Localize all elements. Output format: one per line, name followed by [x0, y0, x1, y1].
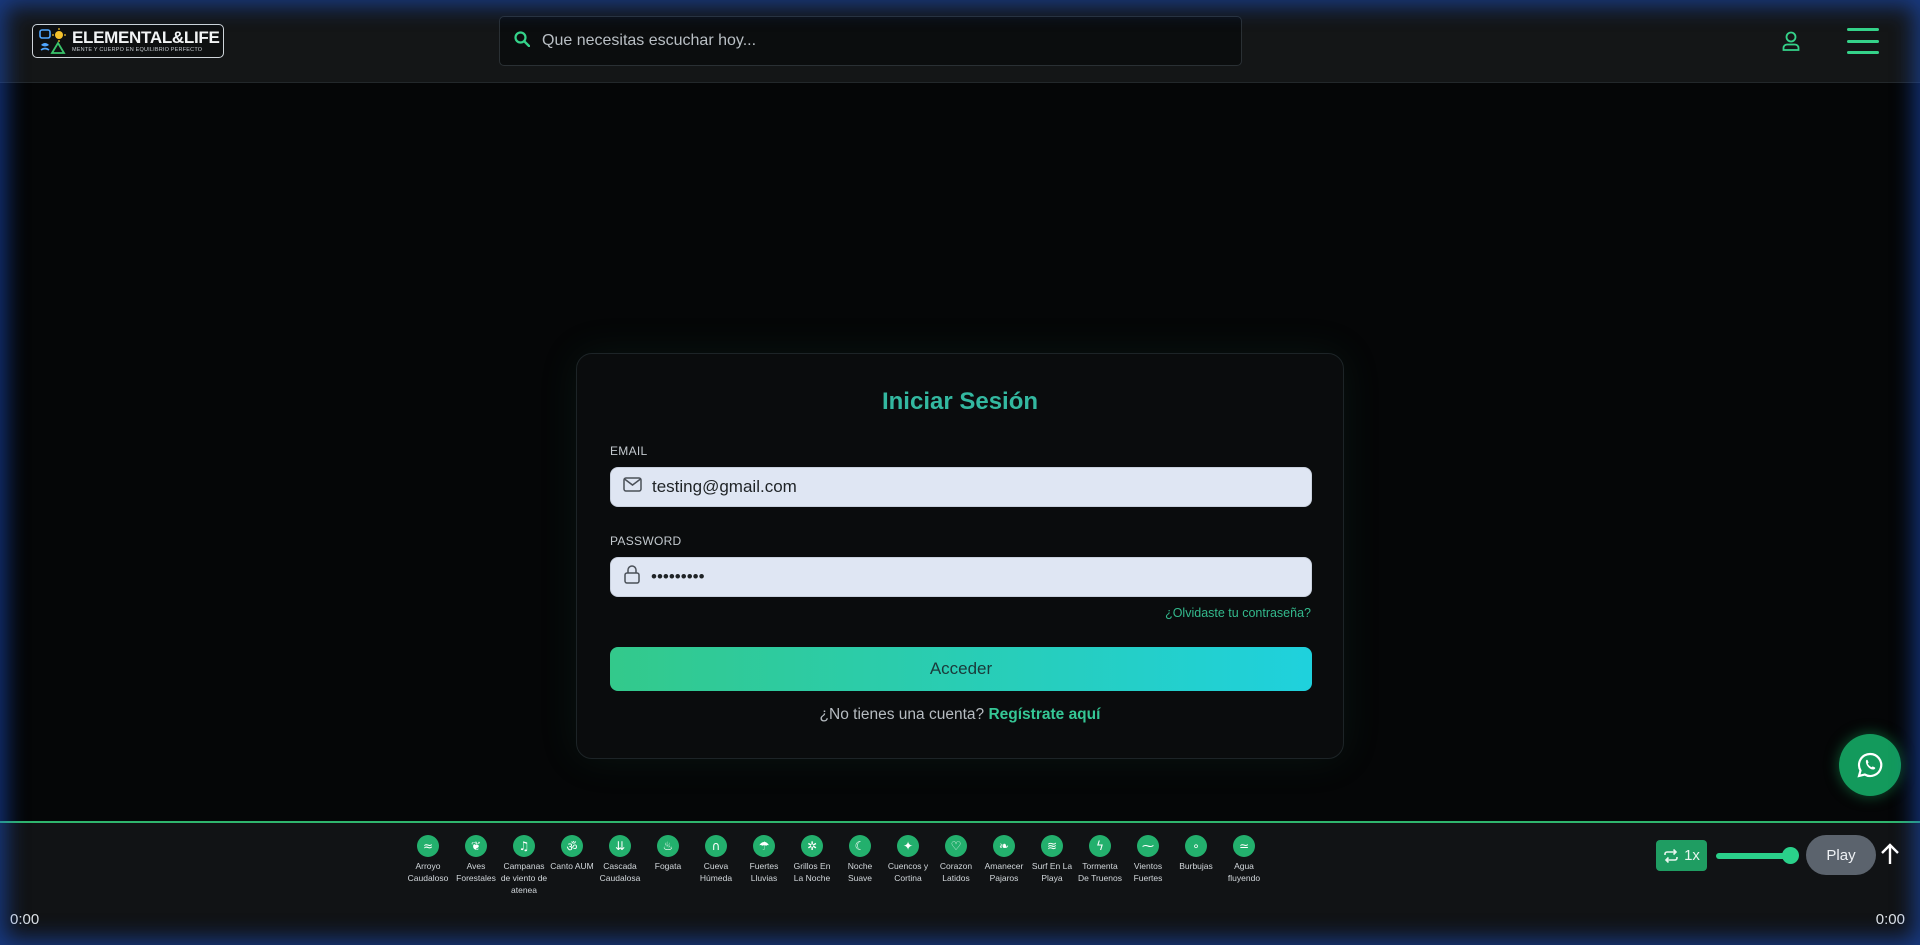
sound-item[interactable]: ⇊ Cascada Caudalosa: [596, 835, 644, 896]
sound-item[interactable]: ⁓ Vientos Fuertes: [1124, 835, 1172, 896]
password-input[interactable]: [651, 567, 1291, 587]
sound-label: Fuertes Lluvias: [749, 861, 779, 883]
sound-label: Corazon Latidos: [939, 861, 973, 883]
cave-icon: ∩: [705, 835, 727, 857]
mail-icon: [623, 477, 642, 497]
register-prompt: ¿No tienes una cuenta? Regístrate aquí: [577, 706, 1343, 724]
sound-label: Surf En La Playa: [1031, 861, 1073, 883]
search-icon: [514, 30, 531, 52]
sound-item[interactable]: ✲ Grillos En La Noche: [788, 835, 836, 896]
lock-icon: [623, 565, 641, 589]
sound-item[interactable]: ☾ Noche Suave: [836, 835, 884, 896]
sound-item[interactable]: ∩ Cueva Húmeda: [692, 835, 740, 896]
bubbles-icon: ∘: [1185, 835, 1207, 857]
wind-chime-icon: ♫: [513, 835, 535, 857]
sound-item[interactable]: ♫ Campanas de viento de atenea: [500, 835, 548, 896]
sound-item[interactable]: ☂ Fuertes Lluvias: [740, 835, 788, 896]
sound-label: Vientos Fuertes: [1133, 861, 1163, 883]
sound-item[interactable]: ≋ Surf En La Playa: [1028, 835, 1076, 896]
stream-icon: ≈: [417, 835, 439, 857]
sunrise-bird-icon: ❧: [993, 835, 1015, 857]
sound-item[interactable]: ✦ Cuencos y Cortina: [884, 835, 932, 896]
waves-icon: ≋: [1041, 835, 1063, 857]
user-account-icon[interactable]: [1780, 30, 1802, 52]
search-bar[interactable]: [499, 16, 1242, 66]
register-prompt-text: ¿No tienes una cuenta?: [819, 706, 985, 723]
sound-label: Grillos En La Noche: [793, 861, 831, 883]
thunder-icon: ϟ: [1089, 835, 1111, 857]
waterfall-icon: ⇊: [609, 835, 631, 857]
flowing-water-icon: ≃: [1233, 835, 1255, 857]
sound-label: Agua fluyendo: [1227, 861, 1261, 883]
sound-item[interactable]: ॐ Canto AUM: [548, 835, 596, 896]
sound-item[interactable]: ❦ Aves Forestales: [452, 835, 500, 896]
volume-slider-handle[interactable]: [1782, 847, 1799, 864]
repeat-icon: [1664, 848, 1678, 863]
sound-item[interactable]: ≈ Arroyo Caudaloso: [404, 835, 452, 896]
login-submit-button[interactable]: Acceder: [610, 647, 1312, 691]
forgot-password-link[interactable]: ¿Olvidaste tu contraseña?: [1165, 606, 1311, 620]
moon-icon: ☾: [849, 835, 871, 857]
password-field-wrapper[interactable]: [610, 557, 1312, 597]
sound-item[interactable]: ϟ Tormenta De Truenos: [1076, 835, 1124, 896]
play-button[interactable]: Play: [1806, 835, 1876, 875]
heavy-rain-icon: ☂: [753, 835, 775, 857]
total-time: 0:00: [1875, 911, 1905, 928]
sound-label: Cascada Caudalosa: [599, 861, 641, 883]
sound-label: Cueva Húmeda: [699, 861, 733, 883]
sound-label: Tormenta De Truenos: [1078, 861, 1122, 883]
password-label: PASSWORD: [610, 534, 682, 548]
email-label: EMAIL: [610, 444, 648, 458]
sound-list: ≈ Arroyo Caudaloso ❦ Aves Forestales ♫ Campan…: [404, 835, 1268, 896]
arrow-up-icon[interactable]: [1879, 842, 1901, 866]
sound-item[interactable]: ❧ Amanecer Pajaros: [980, 835, 1028, 896]
sound-label: Noche Suave: [847, 861, 873, 883]
current-time: 0:00: [10, 911, 40, 928]
sparkle-icon: ✦: [897, 835, 919, 857]
sound-label: Aves Forestales: [456, 861, 496, 883]
heart-icon: ♡: [945, 835, 967, 857]
sound-label: Campanas de viento de atenea: [500, 861, 548, 895]
email-input[interactable]: [652, 477, 1292, 497]
register-link[interactable]: Regístrate aquí: [988, 706, 1100, 723]
bird-icon: ❦: [465, 835, 487, 857]
elements-logo-icon: [39, 28, 67, 54]
sound-label: Amanecer Pajaros: [984, 861, 1024, 883]
whatsapp-icon: [1857, 752, 1883, 778]
sound-item[interactable]: ♡ Corazon Latidos: [932, 835, 980, 896]
campfire-icon: ♨: [657, 835, 679, 857]
logo-title: ELEMENTAL&LIFE: [72, 27, 220, 47]
ambient-sound-player: ≈ Arroyo Caudaloso ❦ Aves Forestales ♫ Campan…: [0, 821, 1920, 945]
sound-label: Arroyo Caudaloso: [407, 861, 449, 883]
sound-label: Burbujas: [1179, 861, 1213, 871]
hamburger-menu-icon[interactable]: [1847, 28, 1879, 54]
sound-item[interactable]: ♨ Fogata: [644, 835, 692, 896]
repeat-count: 1x: [1684, 847, 1700, 864]
top-header: ELEMENTAL&LIFE MENTE Y CUERPO EN EQUILIB…: [0, 0, 1920, 83]
logo-subtitle: MENTE Y CUERPO EN EQUILIBRIO PERFECTO: [72, 46, 203, 53]
login-card: Iniciar Sesión EMAIL PASSWORD ¿Olvidaste…: [576, 353, 1344, 759]
sound-item[interactable]: ≃ Agua fluyendo: [1220, 835, 1268, 896]
sound-label: Cuencos y Cortina: [887, 861, 929, 883]
om-icon: ॐ: [561, 835, 583, 857]
sound-label: Canto AUM: [550, 861, 594, 871]
wind-icon: ⁓: [1137, 835, 1159, 857]
cricket-icon: ✲: [801, 835, 823, 857]
sound-label: Fogata: [654, 861, 682, 871]
search-input[interactable]: [542, 32, 1222, 50]
repeat-button[interactable]: 1x: [1656, 840, 1707, 871]
email-field-wrapper[interactable]: [610, 467, 1312, 507]
login-title: Iniciar Sesión: [881, 388, 1039, 415]
whatsapp-chat-button[interactable]: [1839, 734, 1901, 796]
brand-logo[interactable]: ELEMENTAL&LIFE MENTE Y CUERPO EN EQUILIB…: [32, 24, 224, 58]
sound-item[interactable]: ∘ Burbujas: [1172, 835, 1220, 896]
